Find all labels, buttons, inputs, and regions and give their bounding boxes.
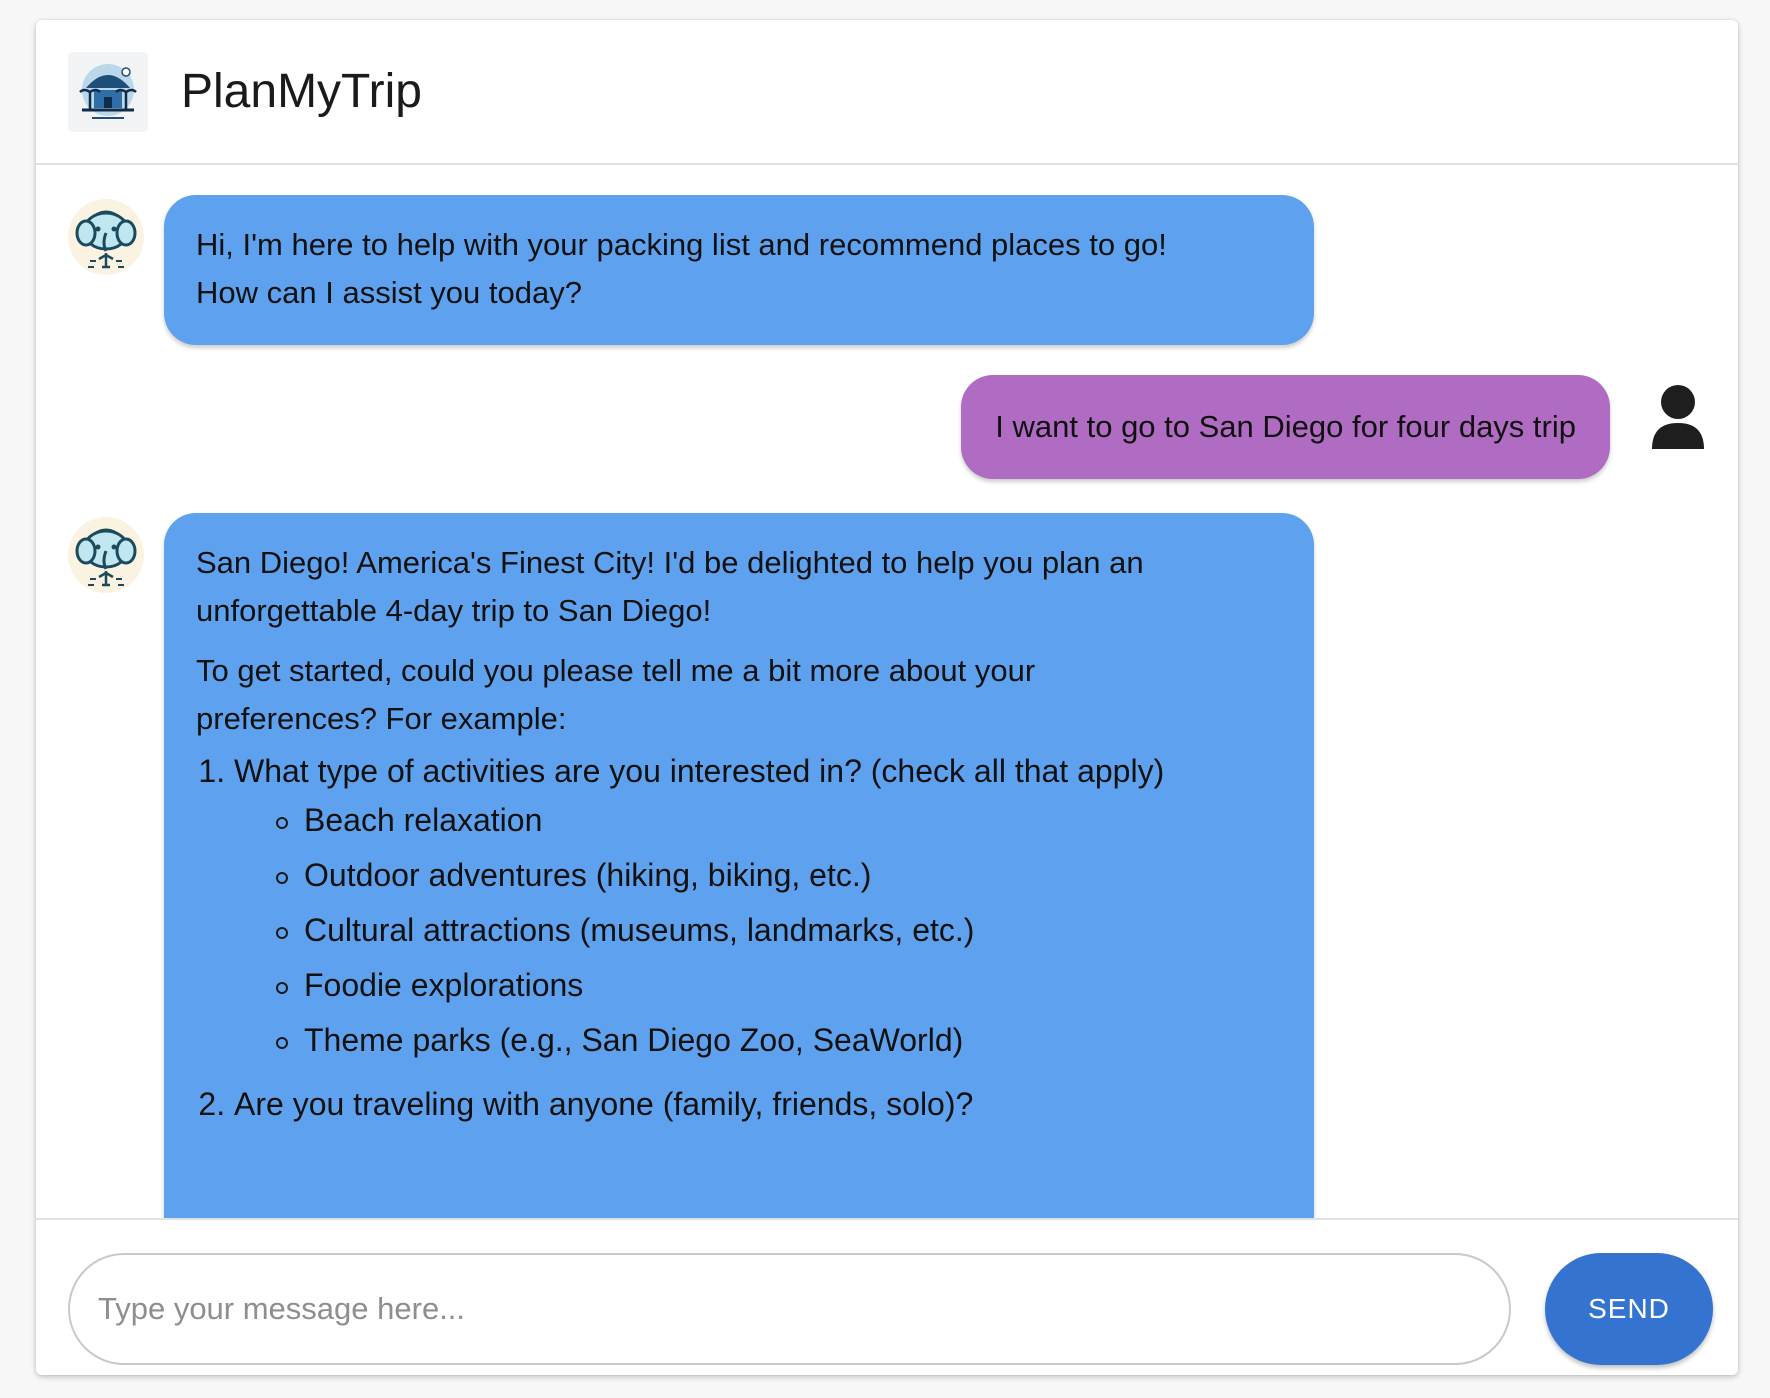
user-message-bubble: I want to go to San Diego for four days … [961, 375, 1610, 479]
activity-option: Cultural attractions (museums, landmarks… [276, 903, 1280, 958]
activity-option: Beach relaxation [276, 793, 1280, 848]
bot-message-line: How can I assist you today? [196, 275, 582, 310]
activity-option: Outdoor adventures (hiking, biking, etc.… [276, 848, 1280, 903]
send-button[interactable]: SEND [1545, 1253, 1713, 1365]
elephant-bot-icon [68, 199, 144, 275]
bot-message-line: To get started, could you please tell me… [196, 653, 1036, 688]
bot-message-line: San Diego! America's Finest City! I'd be… [196, 545, 1144, 580]
user-icon [1652, 385, 1704, 449]
chat-window: PlanMyTrip Hi, I'm here to help with you… [36, 20, 1738, 1375]
bot-message-bubble: Hi, I'm here to help with your packing l… [164, 195, 1314, 345]
message-list[interactable]: Hi, I'm here to help with your packing l… [36, 165, 1738, 1218]
user-avatar [1648, 383, 1708, 453]
app-header: PlanMyTrip [36, 20, 1738, 165]
bot-avatar [66, 197, 146, 277]
bot-message-line: Hi, I'm here to help with your packing l… [196, 227, 1167, 262]
activity-options-list: Beach relaxation Outdoor adventures (hik… [234, 793, 1280, 1068]
message-composer: SEND [36, 1218, 1738, 1375]
bot-message-bubble: San Diego! America's Finest City! I'd be… [164, 513, 1314, 1218]
bot-message-line: unforgettable 4-day trip to San Diego! [196, 593, 712, 628]
question-text: What type of activities are you interest… [234, 753, 1165, 789]
bot-avatar [66, 515, 146, 595]
user-message-text: I want to go to San Diego for four days … [995, 409, 1576, 444]
elephant-bot-icon [68, 517, 144, 593]
bot-message-line: preferences? For example: [196, 701, 567, 736]
activity-option: Theme parks (e.g., San Diego Zoo, SeaWor… [276, 1013, 1280, 1068]
message-input[interactable] [68, 1253, 1511, 1365]
trip-logo-icon [79, 64, 137, 119]
activity-option: Foodie explorations [276, 958, 1280, 1013]
question-list: What type of activities are you interest… [196, 749, 1280, 1126]
question-item: What type of activities are you interest… [234, 749, 1280, 1068]
question-text: Are you traveling with anyone (family, f… [234, 1086, 974, 1122]
question-item: Are you traveling with anyone (family, f… [234, 1082, 1280, 1126]
app-title: PlanMyTrip [181, 65, 422, 118]
app-logo [68, 52, 148, 132]
